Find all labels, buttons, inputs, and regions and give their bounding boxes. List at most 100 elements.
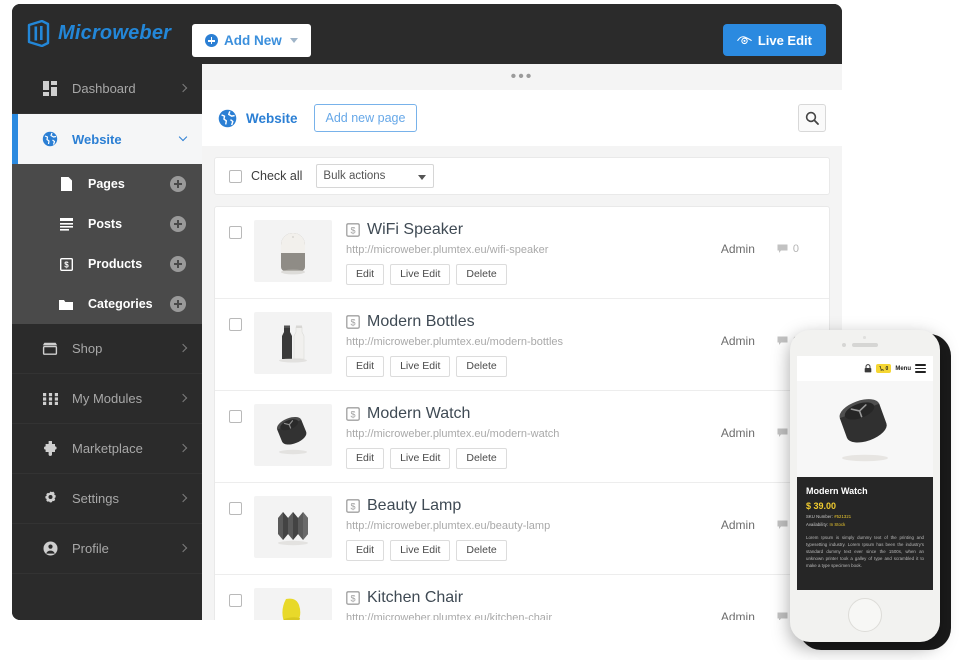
phone-home-button[interactable] [848,598,882,632]
hamburger-menu-icon[interactable] [915,364,926,372]
sidebar-subitem-products[interactable]: $ Products [12,244,202,284]
plus-circle-icon [205,34,218,47]
sidebar-item-my-modules[interactable]: My Modules [12,374,202,424]
bulk-actions-select[interactable]: Bulk actions [316,164,434,188]
menu-label[interactable]: Menu [895,366,911,372]
sidebar-subitem-label: Categories [88,297,153,311]
comment-bubble-icon [777,612,788,620]
check-all-checkbox[interactable] [229,170,242,183]
live-edit-button[interactable]: Live Edit [723,24,826,56]
product-tag-icon: $ [346,591,360,605]
live-edit-button[interactable]: Live Edit [390,356,450,377]
row-checkbox[interactable] [229,410,242,423]
file-icon [56,177,76,191]
product-thumbnail [254,496,332,558]
add-product-plus-icon[interactable] [170,256,186,272]
product-info: $ Modern Bottles http://microweber.plumt… [346,312,721,377]
gear-icon [40,491,60,506]
speaker-thumb [271,225,315,277]
product-thumbnail [254,312,332,374]
check-all-label: Check all [251,169,302,183]
product-title[interactable]: Kitchen Chair [367,588,463,608]
row-checkbox[interactable] [229,318,242,331]
comment-bubble-icon [777,336,788,346]
bulk-actions-value: Bulk actions [323,170,385,182]
bulk-actions-bar: Check all Bulk actions [214,157,830,195]
product-url[interactable]: http://microweber.plumtex.eu/kitchen-cha… [346,612,721,620]
row-checkbox[interactable] [229,226,242,239]
product-tag-icon: $ [346,223,360,237]
sidebar-subitem-label: Products [88,257,142,271]
edit-button[interactable]: Edit [346,264,384,285]
phone-sensor-icon [863,336,866,339]
add-category-plus-icon[interactable] [170,296,186,312]
sku-value: #521321 [834,514,851,519]
chair-thumb [269,593,317,620]
live-edit-button[interactable]: Live Edit [390,448,450,469]
add-new-page-button[interactable]: Add new page [314,104,418,132]
search-button[interactable] [798,104,826,132]
folder-icon [56,299,76,310]
add-page-plus-icon[interactable] [170,176,186,192]
live-edit-button[interactable]: Live Edit [390,264,450,285]
delete-button[interactable]: Delete [456,448,506,469]
sidebar-item-dashboard[interactable]: Dashboard [12,64,202,114]
page-header: Website Add new page [202,90,842,146]
product-url[interactable]: http://microweber.plumtex.eu/modern-bott… [346,336,721,348]
cart-count: 0 [886,366,889,372]
edit-button[interactable]: Edit [346,356,384,377]
product-price: $ 39.00 [806,501,924,511]
lock-icon[interactable] [864,364,872,373]
product-info: $ Modern Watch http://microweber.plumtex… [346,404,721,469]
product-tag-icon: $ [56,258,76,271]
panel-drag-handle[interactable]: ••• [202,64,842,90]
table-row[interactable]: $ WiFi Speaker http://microweber.plumtex… [215,207,829,299]
product-author: Admin [721,610,755,620]
table-row[interactable]: $ Modern Bottles http://microweber.plumt… [215,299,829,391]
watch-product-image [826,392,904,466]
table-row[interactable]: $ Beauty Lamp http://microweber.plumtex.… [215,483,829,575]
table-row[interactable]: $ Kitchen Chair http://microweber.plumte… [215,575,829,620]
product-url[interactable]: http://microweber.plumtex.eu/wifi-speake… [346,244,721,256]
row-checkbox[interactable] [229,594,242,607]
row-checkbox[interactable] [229,502,242,515]
product-tag-icon: $ [346,315,360,329]
phone-mockup: 0 Menu Modern Watch $ 39. [790,330,940,642]
product-title[interactable]: Modern Bottles [367,312,475,332]
add-post-plus-icon[interactable] [170,216,186,232]
edit-button[interactable]: Edit [346,540,384,561]
comments-value: 0 [793,243,799,255]
sidebar-subitem-pages[interactable]: Pages [12,164,202,204]
sidebar-item-profile[interactable]: Profile [12,524,202,574]
table-row[interactable]: $ Modern Watch http://microweber.plumtex… [215,391,829,483]
svg-text:$: $ [350,225,355,235]
availability-label: Availability: [806,522,828,527]
sidebar-item-settings[interactable]: Settings [12,474,202,524]
product-title-row: $ Modern Watch [346,404,721,424]
sidebar-item-marketplace[interactable]: Marketplace [12,424,202,474]
delete-button[interactable]: Delete [456,540,506,561]
sidebar-item-website[interactable]: Website [12,114,202,164]
product-title[interactable]: WiFi Speaker [367,220,463,240]
product-title[interactable]: Beauty Lamp [367,496,461,516]
product-url[interactable]: http://microweber.plumtex.eu/beauty-lamp [346,520,721,532]
row-action-buttons: Edit Live Edit Delete [346,356,721,377]
search-icon [805,111,819,125]
sidebar-subitem-posts[interactable]: Posts [12,204,202,244]
bottles-thumb [271,317,315,369]
sidebar-subitem-categories[interactable]: Categories [12,284,202,324]
add-new-button[interactable]: Add New [192,24,311,57]
product-title[interactable]: Modern Watch [367,404,470,424]
cart-button[interactable]: 0 [876,364,892,373]
sidebar-subnav-website: Pages Posts [12,164,202,324]
product-title-row: $ Modern Bottles [346,312,721,332]
brand-logo[interactable]: Microweber [26,20,171,47]
delete-button[interactable]: Delete [456,356,506,377]
edit-button[interactable]: Edit [346,448,384,469]
live-edit-button[interactable]: Live Edit [390,540,450,561]
product-title: Modern Watch [806,486,924,496]
sidebar-item-shop[interactable]: Shop [12,324,202,374]
microweber-logo-icon [26,20,51,47]
product-url[interactable]: http://microweber.plumtex.eu/modern-watc… [346,428,721,440]
delete-button[interactable]: Delete [456,264,506,285]
